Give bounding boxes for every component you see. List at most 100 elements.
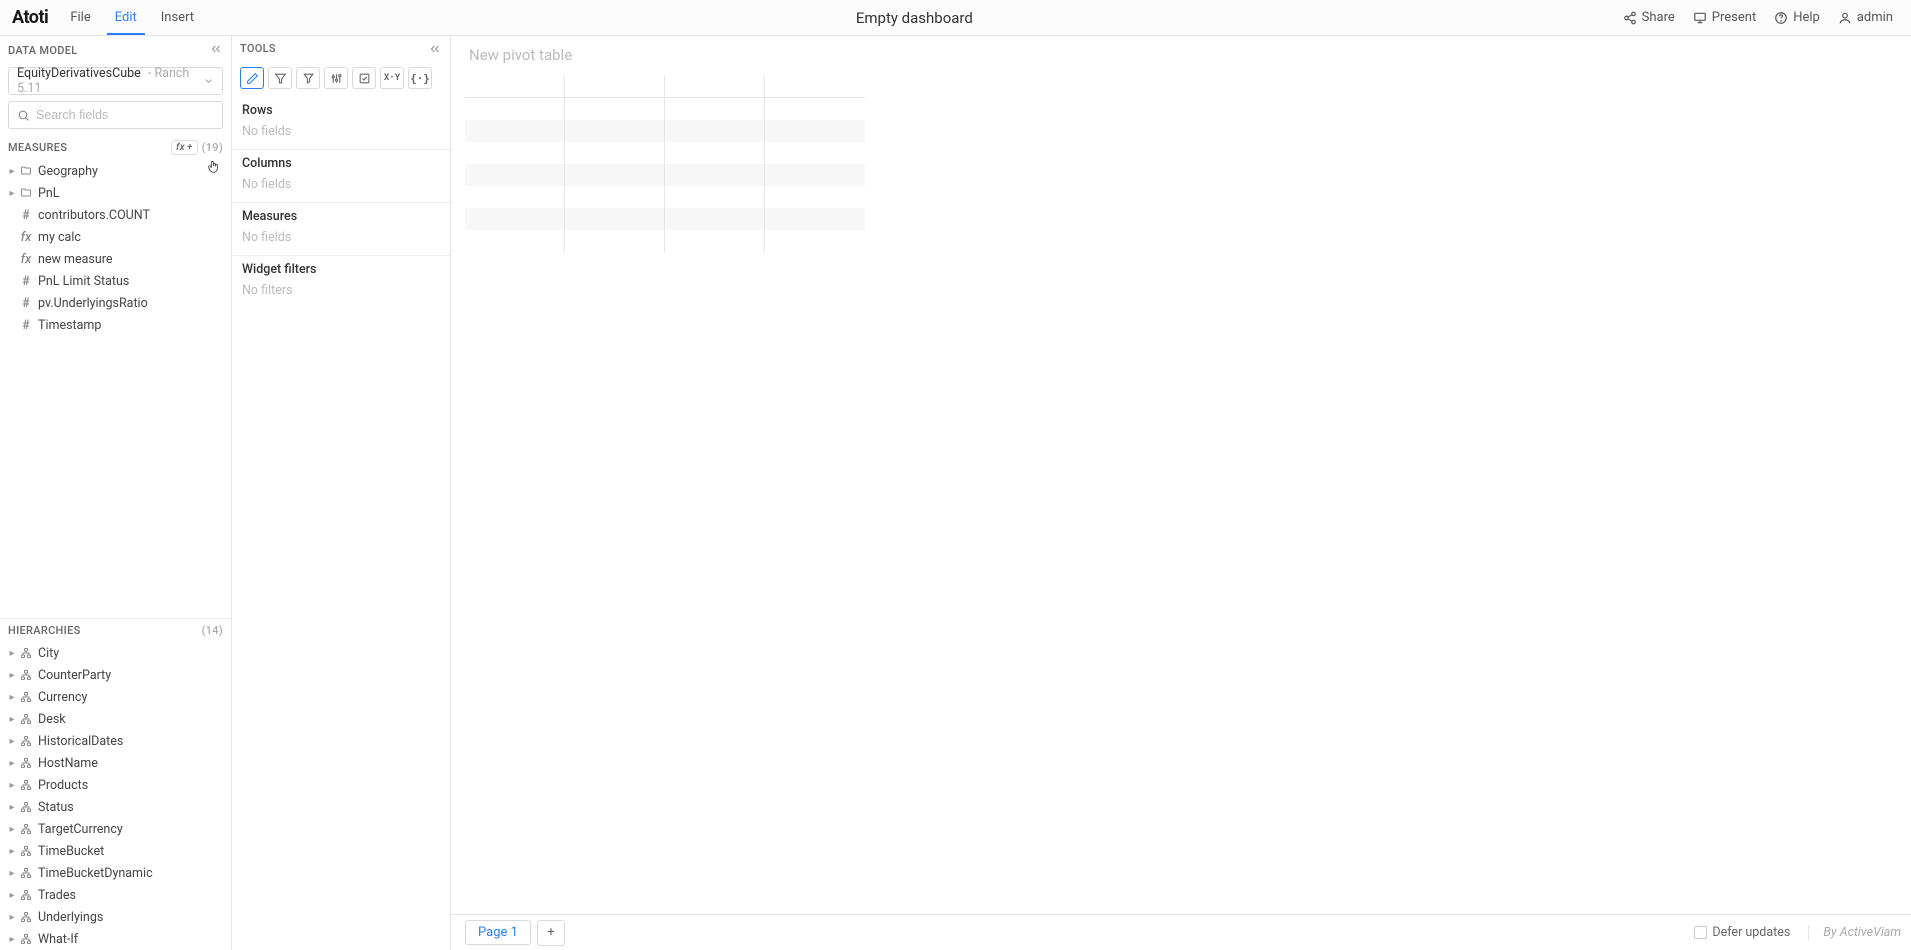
tool-tab-xy[interactable]: X·Y: [380, 67, 404, 89]
hierarchy-item-desk[interactable]: ▸Desk: [0, 708, 231, 730]
item-label: my calc: [38, 230, 81, 245]
measures-zone-empty: No fields: [242, 230, 440, 245]
item-label: PnL: [38, 186, 60, 201]
menu-insert[interactable]: Insert: [149, 0, 206, 35]
chevron-left-icon: [428, 42, 442, 56]
present-icon: [1693, 11, 1707, 25]
columns-empty: No fields: [242, 177, 440, 192]
item-label: Geography: [38, 164, 98, 179]
hierarchy-icon: [18, 801, 34, 813]
dashboard-title[interactable]: Empty dashboard: [206, 9, 1623, 27]
logo: Atoti: [8, 7, 58, 28]
item-label: Underlyings: [38, 910, 103, 925]
menu-edit[interactable]: Edit: [103, 0, 149, 35]
columns-drop-zone[interactable]: Columns No fields: [232, 150, 450, 203]
hierarchy-item-products[interactable]: ▸Products: [0, 774, 231, 796]
measure-item-contributors-count[interactable]: #contributors.COUNT: [0, 204, 231, 226]
tool-tab-brackets[interactable]: {·}: [408, 67, 432, 89]
hierarchy-item-timebucket[interactable]: ▸TimeBucket: [0, 840, 231, 862]
filters-drop-zone[interactable]: Widget filters No filters: [232, 256, 450, 308]
add-page-button[interactable]: +: [537, 920, 565, 946]
measures-drop-zone[interactable]: Measures No fields: [232, 203, 450, 256]
hierarchy-item-historicaldates[interactable]: ▸HistoricalDates: [0, 730, 231, 752]
tool-tab-sliders[interactable]: [324, 67, 348, 89]
item-label: HostName: [38, 756, 98, 771]
canvas: New pivot table Page 1 + Defer updates B…: [451, 36, 1911, 950]
hierarchy-item-trades[interactable]: ▸Trades: [0, 884, 231, 906]
present-button[interactable]: Present: [1693, 10, 1756, 25]
cube-selector[interactable]: EquityDerivativesCube - Ranch 5.11: [8, 67, 223, 95]
item-label: TimeBucketDynamic: [38, 866, 153, 881]
item-label: pv.UnderlyingsRatio: [38, 296, 148, 311]
columns-label: Columns: [242, 156, 440, 171]
measure-item-new-measure[interactable]: fxnew measure: [0, 248, 231, 270]
hash-icon: #: [18, 208, 34, 223]
item-label: Status: [38, 800, 74, 815]
defer-updates-toggle[interactable]: Defer updates: [1694, 925, 1790, 940]
share-button[interactable]: Share: [1623, 10, 1675, 25]
user-menu[interactable]: admin: [1838, 10, 1893, 25]
search-input[interactable]: [36, 108, 214, 122]
hierarchy-item-status[interactable]: ▸Status: [0, 796, 231, 818]
collapse-sidebar-button[interactable]: [209, 42, 223, 59]
hierarchy-item-underlyings[interactable]: ▸Underlyings: [0, 906, 231, 928]
folder-icon: [18, 187, 34, 199]
hierarchy-item-city[interactable]: ▸City: [0, 642, 231, 664]
collapse-tools-button[interactable]: [428, 42, 442, 59]
measure-item-geography[interactable]: ▸Geography: [0, 160, 231, 182]
tool-tab-filter-alt[interactable]: [296, 67, 320, 89]
data-model-header: DATA MODEL: [8, 44, 77, 57]
tool-tabs: X·Y {·}: [232, 63, 450, 97]
tools-sidebar: TOOLS X·Y {·} Rows: [232, 36, 451, 950]
tool-tab-select[interactable]: [352, 67, 376, 89]
item-label: Trades: [38, 888, 76, 903]
measure-item-my-calc[interactable]: fxmy calc: [0, 226, 231, 248]
measure-item-timestamp[interactable]: # Timestamp: [0, 314, 231, 336]
hierarchies-count: (14): [202, 624, 223, 637]
hierarchy-item-counterparty[interactable]: ▸CounterParty: [0, 664, 231, 686]
item-label: Timestamp: [38, 318, 101, 333]
hierarchy-icon: [18, 647, 34, 659]
hierarchy-item-what-if[interactable]: ▸What-If: [0, 928, 231, 950]
measure-item-pnl-limit-status[interactable]: #PnL Limit Status: [0, 270, 231, 292]
filters-empty: No filters: [242, 283, 440, 298]
pivot-table-skeleton[interactable]: [465, 76, 865, 252]
tool-tab-filter[interactable]: [268, 67, 292, 89]
item-label: Products: [38, 778, 88, 793]
measure-item-pv-underlyingsratio[interactable]: # pv.UnderlyingsRatio: [0, 292, 231, 314]
search-fields[interactable]: [8, 101, 223, 129]
topbar: Atoti File Edit Insert Empty dashboard S…: [0, 0, 1911, 36]
measures-label: MEASURES: [8, 141, 67, 154]
page-tab[interactable]: Page 1: [465, 920, 531, 945]
sliders-icon: [330, 72, 343, 85]
widget-title[interactable]: New pivot table: [451, 36, 1911, 72]
hierarchy-item-timebucketdynamic[interactable]: ▸TimeBucketDynamic: [0, 862, 231, 884]
hierarchies-tree: ▸City▸CounterParty▸Currency▸Desk▸Histori…: [0, 642, 231, 950]
hierarchy-item-hostname[interactable]: ▸HostName: [0, 752, 231, 774]
checkbox-icon: [1694, 926, 1707, 939]
cube-name: EquityDerivativesCube: [17, 66, 141, 81]
hierarchy-icon: [18, 669, 34, 681]
item-label: Currency: [38, 690, 87, 705]
hash-icon: #: [18, 296, 34, 311]
measures-count: (19): [202, 141, 223, 154]
rows-drop-zone[interactable]: Rows No fields: [232, 97, 450, 150]
hierarchy-icon: [18, 757, 34, 769]
folder-icon: [18, 165, 34, 177]
item-label: CounterParty: [38, 668, 111, 683]
pencil-icon: [246, 72, 259, 85]
hierarchy-item-targetcurrency[interactable]: ▸TargetCurrency: [0, 818, 231, 840]
hierarchy-item-currency[interactable]: ▸Currency: [0, 686, 231, 708]
canvas-footer: Page 1 + Defer updates By ActiveViam: [451, 914, 1911, 950]
measure-item-pnl[interactable]: ▸PnL: [0, 182, 231, 204]
create-calc-measure-button[interactable]: fx+: [171, 140, 198, 155]
user-icon: [1838, 11, 1852, 25]
menu-file[interactable]: File: [58, 0, 102, 35]
help-button[interactable]: Help: [1774, 10, 1820, 25]
defer-label: Defer updates: [1712, 925, 1790, 940]
tool-tab-edit[interactable]: [240, 67, 264, 89]
rows-label: Rows: [242, 103, 440, 118]
filters-label: Widget filters: [242, 262, 440, 277]
item-label: PnL Limit Status: [38, 274, 129, 289]
hash-icon: #: [18, 318, 34, 333]
